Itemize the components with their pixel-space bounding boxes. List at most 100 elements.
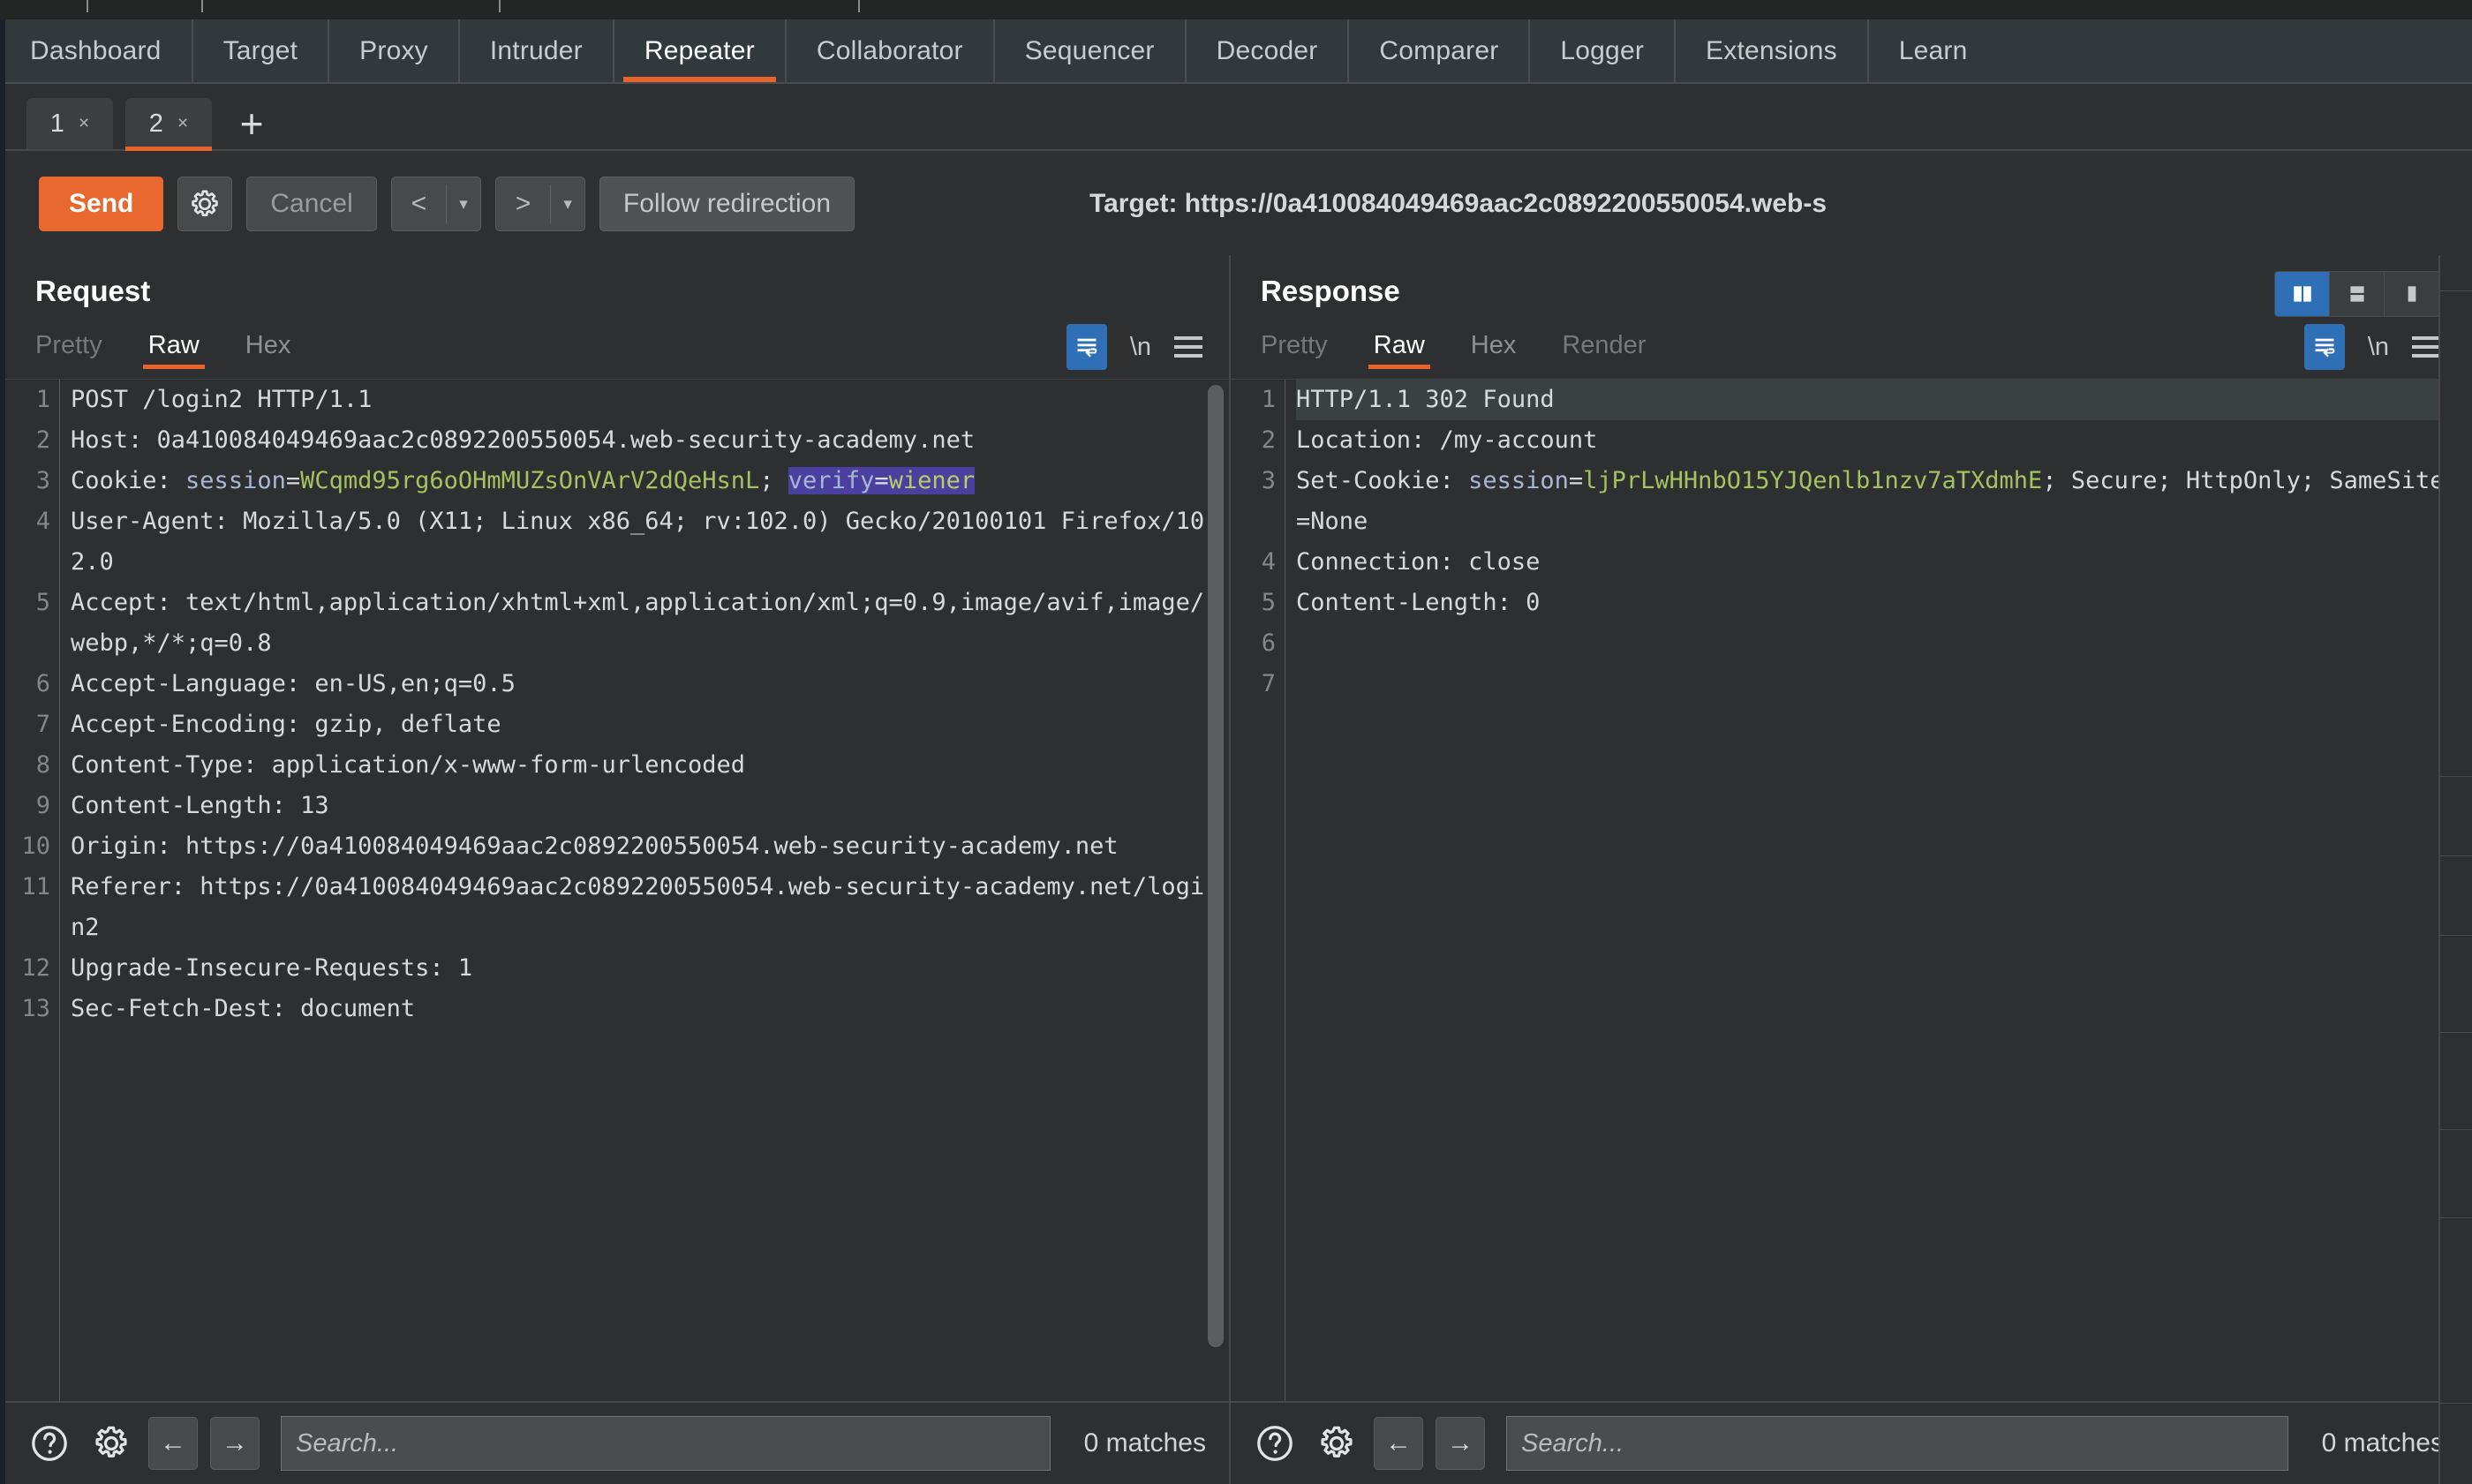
request-vertical-scrollbar[interactable] xyxy=(1208,385,1224,1347)
response-search-input[interactable] xyxy=(1506,1416,2288,1471)
nav-tab-intruder[interactable]: Intruder xyxy=(460,19,613,82)
side-by-side-layout-button[interactable] xyxy=(2275,272,2330,316)
strip-tick xyxy=(858,0,860,12)
window-top-strip xyxy=(0,0,2472,19)
request-content[interactable]: POST /login2 HTTP/1.1 Host: 0a41008404946… xyxy=(60,380,1210,1401)
help-icon[interactable] xyxy=(1250,1419,1300,1468)
close-icon[interactable]: × xyxy=(177,113,188,134)
line-number: 7 xyxy=(1261,670,1276,697)
single-pane-layout-button[interactable] xyxy=(2385,272,2439,316)
chevron-down-icon[interactable]: ▾ xyxy=(447,194,480,215)
single-pane-icon xyxy=(2408,286,2416,302)
nav-tab-proxy[interactable]: Proxy xyxy=(329,19,458,82)
line-number: 6 xyxy=(35,670,50,697)
word-wrap-icon xyxy=(1077,338,1097,358)
nav-tab-target[interactable]: Target xyxy=(193,19,328,82)
stacked-layout-button[interactable] xyxy=(2330,272,2385,316)
repeater-tab-bar[interactable]: 1 × 2 × + xyxy=(5,86,2472,151)
response-view-tab-pretty[interactable]: Pretty xyxy=(1261,331,1328,369)
previous-request-button[interactable]: < ▾ xyxy=(390,177,481,231)
chevron-down-icon[interactable]: ▾ xyxy=(551,194,584,215)
selected-cookie-token[interactable]: verify=wiener xyxy=(788,467,976,494)
code-line[interactable] xyxy=(1296,623,2447,664)
request-view-tab-hex[interactable]: Hex xyxy=(245,331,291,369)
request-editor[interactable]: 1 2 3 4 5 6 7 8 9 10 11 12 13 POST /login2 HTTP/1.1 H… xyxy=(5,379,1229,1401)
next-request-button[interactable]: > ▾ xyxy=(494,177,585,231)
nav-tab-dashboard[interactable]: Dashboard xyxy=(0,19,192,82)
code-line[interactable]: Content-Length: 13 xyxy=(71,786,1210,826)
search-previous-button[interactable]: ← xyxy=(148,1417,198,1470)
code-line[interactable]: Set-Cookie: session=ljPrLwHHnbO15YJQenlb… xyxy=(1296,461,2447,542)
hamburger-menu-icon[interactable] xyxy=(1174,336,1202,358)
code-line[interactable] xyxy=(1296,664,2447,704)
code-line[interactable]: Referer: https://0a410084049469aac2c0892… xyxy=(71,867,1210,948)
nav-tab-sequencer[interactable]: Sequencer xyxy=(995,19,1185,82)
code-line[interactable]: Origin: https://0a410084049469aac2c08922… xyxy=(71,826,1210,867)
code-line[interactable]: Accept-Encoding: gzip, deflate xyxy=(71,704,1210,745)
nav-tab-collaborator[interactable]: Collaborator xyxy=(787,19,993,82)
code-line[interactable]: Cookie: session=WCqmd95rg6oOHmMUZsOnVArV… xyxy=(71,461,1210,501)
cancel-button[interactable]: Cancel xyxy=(246,177,377,231)
nav-tab-decoder[interactable]: Decoder xyxy=(1187,19,1348,82)
code-line[interactable]: Location: /my-account xyxy=(1296,420,2447,461)
search-settings-gear-icon[interactable] xyxy=(87,1419,136,1468)
search-next-button[interactable]: → xyxy=(1436,1417,1485,1470)
stacked-layout-icon xyxy=(2349,286,2364,302)
request-search-input[interactable] xyxy=(281,1416,1051,1471)
word-wrap-toggle[interactable] xyxy=(2303,324,2345,370)
response-view-tab-raw[interactable]: Raw xyxy=(1368,331,1430,369)
search-settings-gear-icon[interactable] xyxy=(1312,1419,1361,1468)
code-line[interactable]: HTTP/1.1 302 Found xyxy=(1296,380,2447,420)
search-previous-button[interactable]: ← xyxy=(1374,1417,1423,1470)
word-wrap-toggle[interactable] xyxy=(1066,324,1107,370)
main-navigation-tabs[interactable]: Dashboard Target Proxy Intruder Repeater Coll… xyxy=(0,19,2472,84)
request-view-tabs[interactable]: Pretty Raw Hex \n xyxy=(5,320,1229,379)
code-line[interactable]: Accept: text/html,application/xhtml+xml,… xyxy=(71,583,1210,664)
response-editor[interactable]: 1 2 3 4 5 6 7 HTTP/1.1 302 Found Location: /my-… xyxy=(1231,379,2467,1401)
nav-tab-repeater[interactable]: Repeater xyxy=(614,19,785,82)
repeater-tab-2[interactable]: 2 × xyxy=(125,98,212,151)
response-view-tabs[interactable]: Pretty Raw Hex Render \n xyxy=(1231,320,2467,379)
line-number: 1 xyxy=(35,386,50,413)
request-view-tab-raw[interactable]: Raw xyxy=(142,331,205,369)
code-line[interactable]: Host: 0a410084049469aac2c0892200550054.w… xyxy=(71,420,1210,461)
response-view-tab-hex[interactable]: Hex xyxy=(1471,331,1517,369)
strip-tick xyxy=(87,0,88,12)
code-line[interactable]: Content-Type: application/x-www-form-url… xyxy=(71,745,1210,786)
response-view-tab-render[interactable]: Render xyxy=(1562,331,1646,369)
show-newlines-toggle[interactable]: \n xyxy=(2368,333,2389,362)
request-view-tab-pretty[interactable]: Pretty xyxy=(35,331,102,369)
line-number: 10 xyxy=(21,832,50,860)
code-line[interactable]: Accept-Language: en-US,en;q=0.5 xyxy=(71,664,1210,704)
help-icon[interactable] xyxy=(25,1419,74,1468)
send-button[interactable]: Send xyxy=(39,177,164,231)
code-line[interactable]: Connection: close xyxy=(1296,542,2447,583)
line-number: 3 xyxy=(35,467,50,494)
code-line[interactable]: POST /login2 HTTP/1.1 xyxy=(71,380,1210,420)
show-newlines-toggle[interactable]: \n xyxy=(1130,333,1151,362)
line-number: 2 xyxy=(1261,426,1276,454)
line-number: 11 xyxy=(21,873,50,900)
code-line[interactable]: User-Agent: Mozilla/5.0 (X11; Linux x86_… xyxy=(71,501,1210,583)
send-settings-button[interactable] xyxy=(177,177,233,231)
line-number: 4 xyxy=(35,508,50,535)
close-icon[interactable]: × xyxy=(79,113,89,134)
code-line[interactable]: Content-Length: 0 xyxy=(1296,583,2447,623)
nav-tab-logger[interactable]: Logger xyxy=(1530,19,1674,82)
target-url-label: Target: https://0a410084049469aac2c08922… xyxy=(1089,189,1828,218)
nav-tab-learn[interactable]: Learn xyxy=(1869,19,1998,82)
search-next-button[interactable]: → xyxy=(210,1417,260,1470)
layout-toggle-group[interactable] xyxy=(2274,271,2440,317)
add-repeater-tab-button[interactable]: + xyxy=(224,98,279,149)
repeater-tab-1[interactable]: 1 × xyxy=(26,98,113,149)
code-line[interactable]: Sec-Fetch-Dest: document xyxy=(71,989,1210,1029)
code-line[interactable]: Upgrade-Insecure-Requests: 1 xyxy=(71,948,1210,989)
nav-tab-extensions[interactable]: Extensions xyxy=(1676,19,1867,82)
nav-tab-comparer[interactable]: Comparer xyxy=(1349,19,1528,82)
response-content[interactable]: HTTP/1.1 302 Found Location: /my-account S… xyxy=(1285,380,2447,1401)
inspector-sliver[interactable] xyxy=(2438,255,2472,1484)
line-number: 13 xyxy=(21,995,50,1022)
follow-redirection-button[interactable]: Follow redirection xyxy=(599,177,855,231)
hamburger-menu-icon[interactable] xyxy=(2412,336,2440,358)
response-search-bar: ← → 0 matches xyxy=(1231,1401,2467,1484)
